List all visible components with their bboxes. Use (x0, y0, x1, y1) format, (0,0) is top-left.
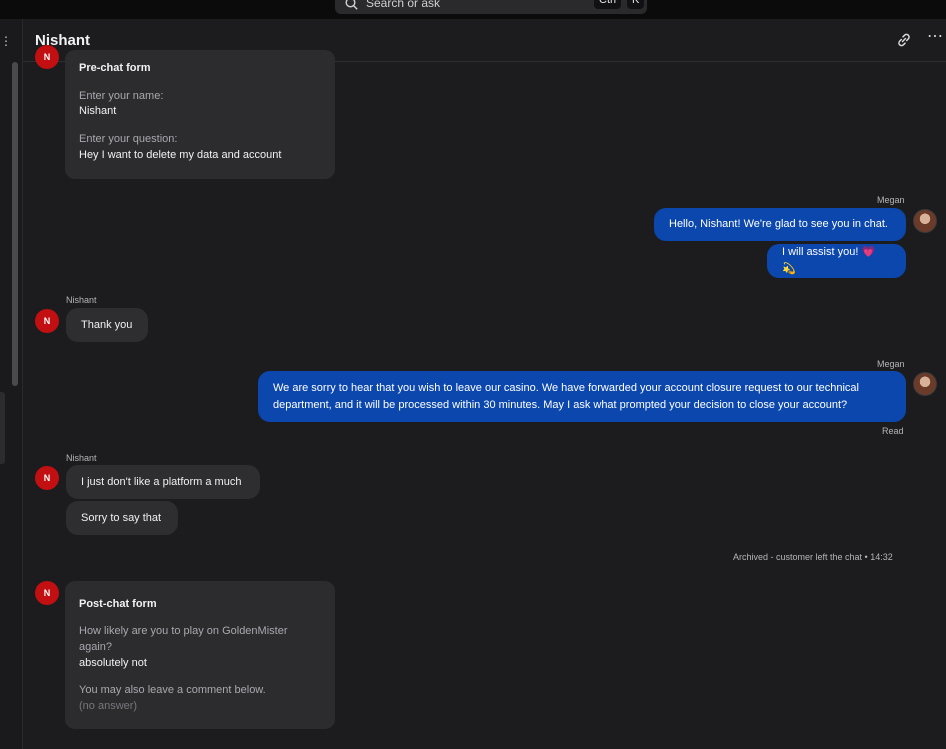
more-options-icon[interactable]: ⋯ (927, 29, 945, 48)
search-bar[interactable]: Search or ask Ctrl K (335, 0, 647, 14)
prechat-form-title: Pre-chat form (79, 62, 151, 74)
avatar: N (35, 466, 59, 490)
sidebar-menu-icon[interactable]: ⋮ (0, 34, 12, 48)
postchat-form-title: Post-chat form (79, 598, 157, 610)
prechat-question-label: Enter your question: (79, 133, 178, 145)
read-receipt: Read (882, 426, 904, 436)
sender-name: Megan (877, 359, 905, 369)
postchat-answer: (no answer) (79, 700, 138, 712)
prechat-answer: Nishant (79, 105, 117, 117)
customer-message: Thank you (66, 308, 148, 342)
postchat-question-label: How likely are you to play on GoldenMist… (79, 625, 288, 637)
agent-message: I will assist you! 💗 💫 (767, 244, 906, 278)
agent-avatar (913, 209, 937, 233)
search-placeholder: Search or ask (366, 0, 441, 10)
prechat-form-card: Pre-chat form Enter your name: Nishant E… (65, 50, 335, 179)
customer-message: Sorry to say that (66, 501, 178, 535)
sender-name: Nishant (66, 453, 97, 463)
agent-avatar (913, 372, 937, 396)
agent-message: Hello, Nishant! We're glad to see you in… (654, 208, 906, 241)
postchat-form-card: Post-chat form How likely are you to pla… (65, 581, 335, 729)
sender-name: Nishant (66, 295, 97, 305)
sender-name: Megan (877, 195, 905, 205)
prechat-question-label: Enter your name: (79, 90, 164, 102)
avatar: N (35, 581, 59, 605)
postchat-question-label: You may also leave a comment below. (79, 684, 266, 696)
shortcut-key-k: K (627, 0, 645, 9)
scrollbar-thumb[interactable] (12, 62, 18, 386)
avatar: N (35, 309, 59, 333)
link-icon[interactable] (896, 32, 914, 50)
postchat-question-label: again? (79, 641, 113, 653)
agent-message-line: department, and it will be processed wit… (273, 398, 848, 411)
agent-message-line: We are sorry to hear that you wish to le… (273, 381, 859, 394)
prechat-answer: Hey I want to delete my data and account (79, 149, 282, 161)
avatar: N (35, 45, 59, 69)
postchat-answer: absolutely not (79, 657, 147, 669)
shortcut-key-ctrl: Ctrl (594, 0, 622, 9)
top-bar: Search or ask Ctrl K (0, 0, 946, 19)
customer-message: I just don't like a platform a much (66, 465, 260, 499)
agent-message: We are sorry to hear that you wish to le… (258, 371, 906, 422)
sidebar-tab[interactable] (0, 392, 5, 464)
archived-status: Archived - customer left the chat • 14:3… (733, 552, 893, 562)
search-icon (345, 0, 358, 10)
